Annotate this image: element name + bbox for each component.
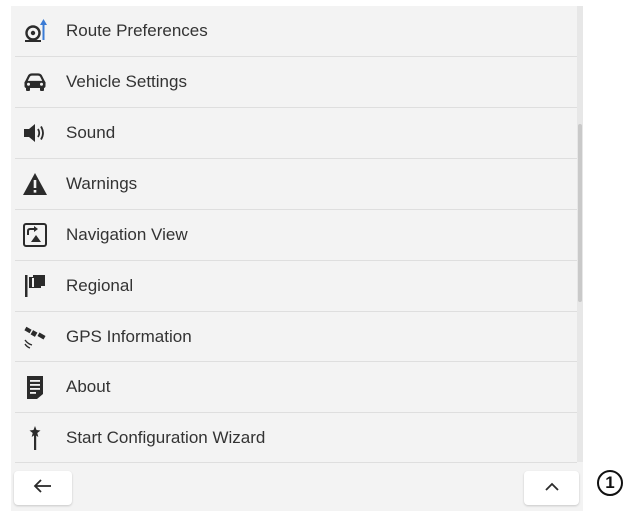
scrollbar-thumb[interactable] xyxy=(578,124,582,302)
document-icon xyxy=(22,374,48,400)
menu-item-label: Start Configuration Wizard xyxy=(66,428,266,447)
menu-item-label: Sound xyxy=(66,123,116,142)
bottom-bar xyxy=(11,464,583,511)
menu-item-label: Regional xyxy=(66,276,134,295)
menu-item-label: Route Preferences xyxy=(66,21,208,40)
menu-scrollbar[interactable] xyxy=(577,6,583,462)
settings-menu: Route Preferences Vehicle Settings Sound… xyxy=(11,6,577,463)
menu-item-regional[interactable]: Regional xyxy=(11,261,577,311)
menu-item-label: Navigation View xyxy=(66,225,188,244)
menu-item-label: GPS Information xyxy=(66,327,192,346)
back-button[interactable] xyxy=(14,471,72,505)
back-arrow-icon xyxy=(33,478,53,498)
menu-item-start-configuration-wizard[interactable]: Start Configuration Wizard xyxy=(11,413,577,463)
divider xyxy=(15,462,577,463)
callout-marker: 1 xyxy=(597,470,623,496)
settings-screen: Route Preferences Vehicle Settings Sound… xyxy=(11,6,583,511)
speaker-icon xyxy=(22,120,48,146)
menu-item-vehicle-settings[interactable]: Vehicle Settings xyxy=(11,57,577,107)
menu-item-gps-information[interactable]: GPS Information xyxy=(11,312,577,362)
menu-item-about[interactable]: About xyxy=(11,362,577,412)
menu-item-route-preferences[interactable]: Route Preferences xyxy=(11,6,577,56)
car-icon xyxy=(22,69,48,95)
scroll-up-button[interactable] xyxy=(524,471,579,505)
wand-icon xyxy=(22,425,48,451)
chevron-up-icon xyxy=(544,479,560,497)
navigation-view-icon xyxy=(22,222,48,248)
menu-item-navigation-view[interactable]: Navigation View xyxy=(11,210,577,260)
menu-item-label: Warnings xyxy=(66,174,138,193)
menu-item-label: Vehicle Settings xyxy=(66,72,187,91)
flag-icon xyxy=(22,273,48,299)
warning-triangle-icon xyxy=(22,171,48,197)
satellite-icon xyxy=(22,324,48,350)
route-preferences-icon xyxy=(22,18,48,44)
menu-item-warnings[interactable]: Warnings xyxy=(11,159,577,209)
menu-item-sound[interactable]: Sound xyxy=(11,108,577,158)
menu-item-label: About xyxy=(66,377,111,396)
